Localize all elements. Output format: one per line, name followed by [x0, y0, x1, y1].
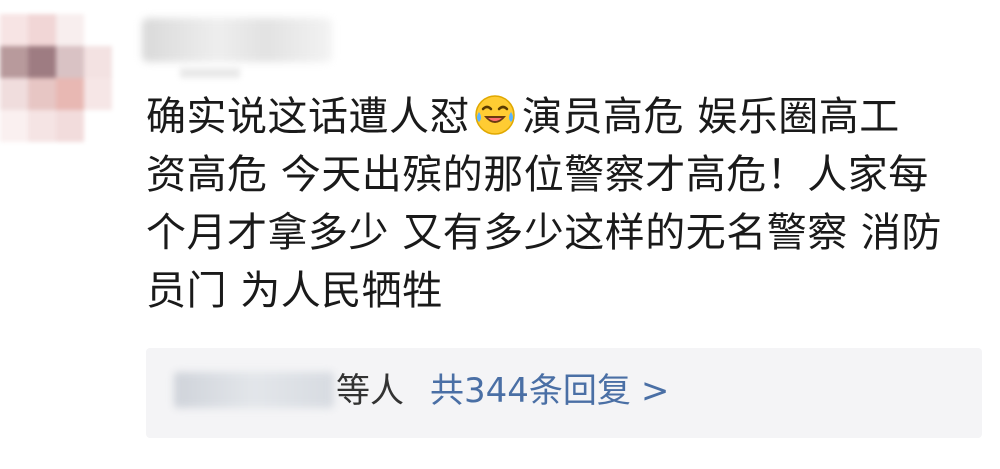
laughing-crying-emoji-icon: [475, 95, 515, 135]
replies-preview[interactable]: 等人 共344条回复 >: [146, 348, 982, 438]
chevron-right-icon: >: [640, 371, 670, 411]
reply-usernames-blurred: [174, 372, 334, 408]
replies-suffix-text: 等人: [336, 371, 404, 411]
comment-line-1-part-2: 演员高危 娱乐圈高工: [522, 94, 900, 140]
reply-count-label: 共344条回复: [430, 371, 631, 411]
comment-line-1: 确实说这话遭人怼 演员高危 娱乐圈高工: [146, 88, 976, 146]
username-blurred[interactable]: [142, 18, 332, 62]
comment-line-3: 个月才拿多少 又有多少这样的无名警察 消防: [146, 210, 942, 256]
view-replies-link[interactable]: 共344条回复 >: [430, 368, 669, 414]
username-blurred-detail: [180, 68, 240, 78]
comment-line-2: 资高危 今天出殡的那位警察才高危！人家每: [146, 152, 929, 198]
comment-line-1-part-1: 确实说这话遭人怼: [146, 94, 470, 140]
avatar[interactable]: [0, 14, 112, 142]
comment-card: 确实说这话遭人怼 演员高危 娱乐圈高工 资高危 今天出殡的那位警察才高危！人家每…: [0, 0, 1000, 469]
comment-line-4: 员门 为人民牺牲: [146, 268, 443, 314]
comment-text: 确实说这话遭人怼 演员高危 娱乐圈高工 资高危 今天出殡的那位警察才高危！人家每…: [146, 88, 976, 320]
